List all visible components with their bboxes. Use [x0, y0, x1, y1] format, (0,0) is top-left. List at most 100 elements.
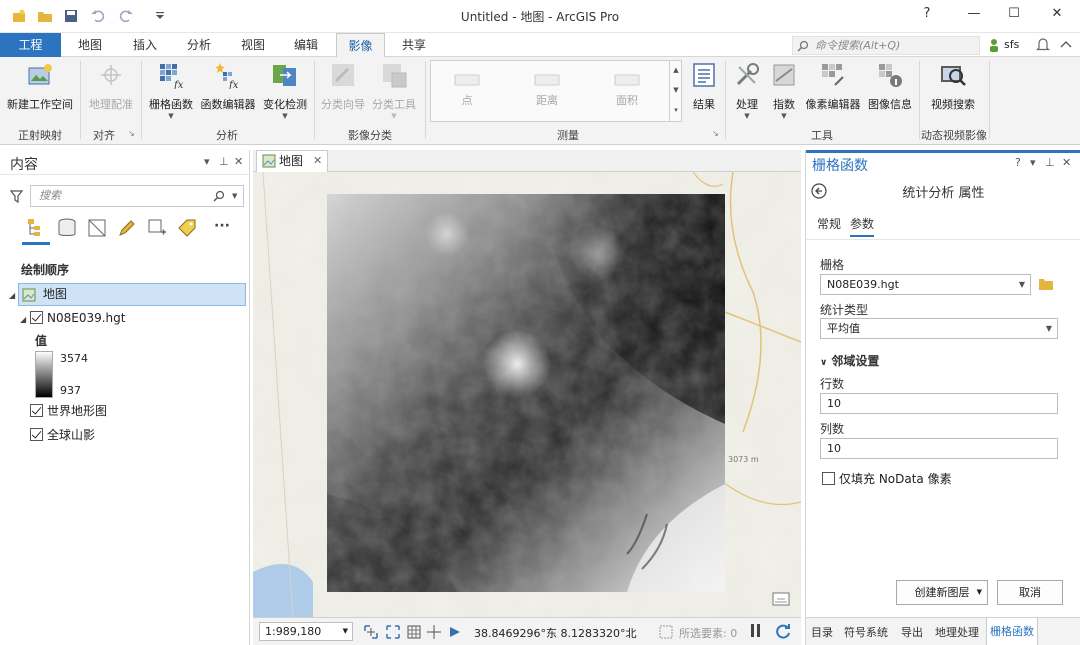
indices-button[interactable]: 指数 ▼ [767, 61, 801, 120]
snapping-view-icon[interactable] [146, 217, 168, 239]
pane-options-icon[interactable]: ▾ [1030, 156, 1036, 169]
pause-drawing-icon[interactable] [447, 624, 463, 640]
change-detection-button[interactable]: 变化检测 ▼ [260, 61, 310, 120]
cols-input[interactable]: 10 [820, 438, 1058, 459]
pin-icon[interactable]: ⊥ [1045, 156, 1055, 169]
fixed-zoom-icon[interactable] [385, 624, 401, 640]
browse-folder-icon[interactable] [1038, 277, 1054, 291]
collapse-icon[interactable]: ∨ [820, 358, 827, 368]
tab-insert[interactable]: 插入 [120, 33, 170, 57]
more-options-icon[interactable]: ··· [214, 218, 230, 234]
change-detection-icon [273, 65, 296, 86]
tab-imagery[interactable]: 影像 [336, 33, 385, 58]
pane-options-icon[interactable]: ▾ [204, 155, 210, 168]
close-pane-icon[interactable]: ✕ [234, 155, 243, 168]
help-icon[interactable]: ? [1015, 156, 1021, 169]
pause-icon[interactable] [751, 624, 754, 637]
drawing-order-icon[interactable] [26, 217, 48, 239]
results-button[interactable]: 结果 [686, 61, 722, 112]
scale-selector[interactable]: 1:989,180 ▼ [259, 622, 353, 641]
user-name[interactable]: sfs [1004, 38, 1019, 51]
pixel-editor-button[interactable]: 像素编辑器 [802, 61, 864, 112]
close-tab-icon[interactable]: ✕ [313, 151, 322, 171]
tab-symbology[interactable]: 符号系统 [844, 624, 888, 640]
collapse-ribbon-icon[interactable] [1060, 40, 1072, 50]
map-node[interactable]: ◢ 地图 [9, 283, 67, 305]
full-extent-icon[interactable] [363, 624, 379, 640]
cancel-button[interactable]: 取消 [997, 580, 1063, 605]
pin-icon[interactable]: ⊥ [219, 155, 229, 168]
expand-icon[interactable]: ◢ [20, 315, 26, 324]
rows-input[interactable]: 10 [820, 393, 1058, 414]
tab-export[interactable]: 导出 [901, 624, 923, 640]
layer-world-hillshade[interactable]: 全球山影 [30, 424, 95, 446]
command-search-input[interactable]: 命令搜索(Alt+Q) [792, 36, 980, 55]
processing-button[interactable]: 处理 ▼ [728, 61, 766, 120]
maximize-button[interactable]: ☐ [1004, 6, 1024, 26]
tab-share[interactable]: 共享 [390, 33, 438, 57]
tab-catalog[interactable]: 目录 [811, 624, 833, 640]
tab-map[interactable]: 地图 [66, 33, 114, 57]
expand-icon[interactable]: ◢ [9, 291, 15, 300]
close-window-button[interactable]: ✕ [1047, 6, 1067, 26]
video-search-button[interactable]: 视频搜索 [924, 61, 982, 112]
navigator-icon[interactable] [771, 590, 791, 608]
layer-visibility-checkbox[interactable] [29, 311, 43, 324]
tab-general[interactable]: 常规 [817, 215, 841, 232]
chevron-down-icon[interactable]: ▼ [977, 581, 982, 604]
area-measure-button[interactable]: 面积 [605, 71, 649, 108]
nodata-option[interactable]: 仅填充 NoData 像素 [822, 470, 952, 487]
point-measure-button[interactable]: 点 [445, 71, 489, 108]
help-button[interactable]: ? [917, 6, 937, 26]
distance-measure-button[interactable]: 距离 [525, 71, 569, 108]
raster-select[interactable]: N08E039.hgt ▼ [820, 274, 1031, 295]
crosshair-icon[interactable] [426, 624, 442, 640]
new-workspace-button[interactable]: 新建工作空间 [4, 61, 76, 112]
layer-visibility-checkbox[interactable] [30, 404, 43, 417]
align-launcher-icon[interactable]: ↘ [128, 129, 135, 138]
stat-type-select[interactable]: 平均值 ▼ [820, 318, 1058, 339]
map-canvas[interactable]: 3073 m [253, 172, 801, 617]
classification-tools-button[interactable]: 分类工具 ▼ [369, 61, 419, 120]
grid-icon[interactable] [406, 624, 422, 640]
tab-geoprocessing[interactable]: 地理处理 [935, 624, 979, 640]
selection-icon[interactable] [658, 624, 674, 640]
neighborhood-section[interactable]: ∨ 邻域设置 [820, 352, 879, 369]
minimize-button[interactable]: — [964, 6, 984, 26]
tab-analysis[interactable]: 分析 [175, 33, 223, 57]
layer-dem[interactable]: ◢ N08E039.hgt [20, 307, 125, 329]
raster-function-button[interactable]: fx 栅格函数 ▼ [146, 61, 196, 120]
classification-wizard-button[interactable]: 分类向导 [318, 61, 368, 112]
tab-edit[interactable]: 编辑 [282, 33, 330, 57]
editing-view-icon[interactable] [116, 217, 138, 239]
search-icon[interactable] [213, 190, 225, 202]
notification-bell-icon[interactable] [1036, 37, 1050, 52]
refresh-icon[interactable] [775, 623, 792, 640]
close-pane-icon[interactable]: ✕ [1062, 156, 1071, 169]
tab-map-view[interactable]: 地图 ✕ [256, 150, 328, 172]
image-info-button[interactable]: 图像信息 [866, 61, 914, 112]
map-icon [262, 154, 276, 168]
contents-search-input[interactable]: 搜索 [30, 185, 244, 207]
search-options-icon[interactable]: ▼ [232, 192, 237, 200]
layer-visibility-checkbox[interactable] [30, 428, 43, 441]
create-new-layer-button[interactable]: 创建新图层 ▼ [896, 580, 988, 605]
tab-parameters[interactable]: 参数 [850, 215, 875, 237]
group-separator [141, 61, 142, 139]
user-icon[interactable] [988, 38, 1000, 52]
filter-icon[interactable] [10, 190, 23, 203]
results-label: 结果 [693, 98, 715, 111]
selection-view-icon[interactable] [86, 217, 108, 239]
tab-raster-functions[interactable]: 栅格函数 [986, 618, 1038, 645]
gallery-scroll[interactable]: ▲ ▼ ▾ [669, 60, 682, 122]
layer-world-topo[interactable]: 世界地形图 [30, 400, 107, 422]
labeling-view-icon[interactable] [176, 217, 198, 239]
nodata-checkbox[interactable] [822, 472, 835, 485]
tab-project[interactable]: 工程 [0, 33, 61, 57]
function-editor-button[interactable]: fx 函数编辑器 [198, 61, 258, 112]
measure-launcher-icon[interactable]: ↘ [712, 129, 719, 138]
stat-type-label: 统计类型 [820, 303, 869, 317]
tab-view[interactable]: 视图 [229, 33, 277, 57]
georeference-button[interactable]: 地理配准 [86, 61, 136, 112]
data-source-icon[interactable] [56, 217, 78, 239]
